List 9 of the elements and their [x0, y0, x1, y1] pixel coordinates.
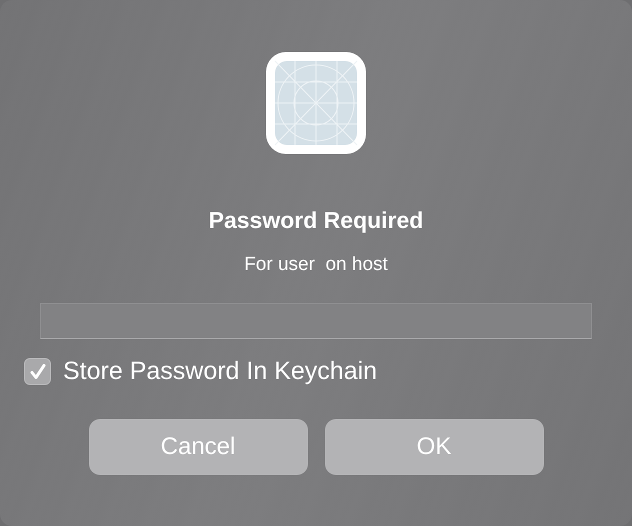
dialog-title: Password Required [208, 207, 424, 235]
keychain-checkbox[interactable] [24, 358, 51, 385]
checkbox-label: Store Password In Keychain [63, 357, 378, 386]
checkmark-icon [28, 362, 46, 380]
password-field[interactable] [40, 303, 592, 339]
dialog-button[interactable]: OK [324, 419, 544, 475]
dialog-message: For user on host [244, 254, 388, 277]
dialog-button[interactable]: Cancel [88, 419, 308, 475]
app-icon [265, 51, 367, 155]
